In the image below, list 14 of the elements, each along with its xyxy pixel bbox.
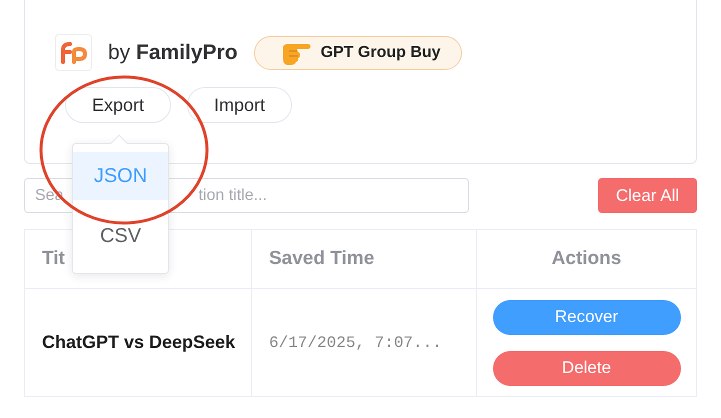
menu-item[interactable]: JSON [73, 152, 168, 200]
recover-button[interactable]: Recover [492, 300, 680, 334]
menu-item[interactable]: CSV [73, 212, 168, 260]
toolbar-button[interactable]: Export [65, 87, 172, 123]
column-header: Actions [476, 230, 696, 289]
delete-button[interactable]: Delete [492, 350, 680, 386]
table-cell-text: 6/17/2025, 7:07... [269, 332, 442, 354]
clear-all-button[interactable]: Clear All [598, 178, 697, 213]
toolbar-button[interactable]: Import [187, 87, 292, 123]
promo-badge[interactable]: GPT Group Buy [254, 36, 462, 70]
table-cell-text: ChatGPT vs DeepSeek [42, 331, 236, 354]
brand-name: by FamilyPro [108, 40, 238, 66]
logo-icon [60, 42, 86, 64]
column-header: Saved Time [251, 230, 476, 289]
